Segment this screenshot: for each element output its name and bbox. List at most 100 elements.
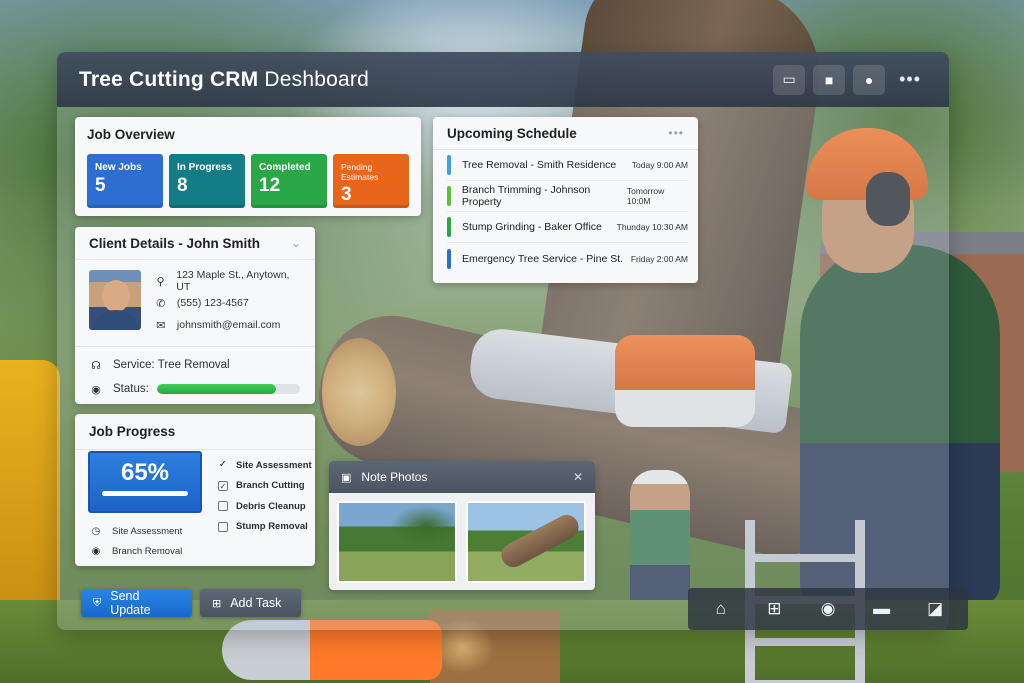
stat-value: 8	[177, 175, 188, 196]
note-photos-title: Note Photos	[361, 470, 428, 484]
close-icon[interactable]: ✕	[573, 470, 583, 484]
checklist-label: Stump Removal	[236, 521, 308, 533]
upcoming-schedule-card: Upcoming Schedule ••• Tree Removal - Smi…	[433, 117, 698, 283]
status-label: Status:	[113, 383, 149, 395]
schedule-color-strip	[447, 186, 451, 206]
job-progress-header: Job Progress	[75, 414, 315, 450]
schedule-item[interactable]: Branch Trimming - Johnson Property Tomor…	[447, 181, 688, 212]
stat-label: Pending Estimates	[341, 162, 379, 182]
mail-icon: ✉	[156, 319, 166, 332]
stat-row: New Jobs 5 In Progress 8 Completed 12 Pe…	[87, 154, 409, 208]
checklist-label: Branch Cutting	[236, 480, 305, 492]
status-progress-fill	[156, 384, 276, 394]
job-progress-title: Job Progress	[89, 424, 176, 439]
checklist-label: Debris Cleanup	[236, 500, 306, 512]
service-label: Service:	[113, 359, 155, 371]
home-icon[interactable]: ⌂	[706, 599, 736, 619]
add-task-icon: ⊞	[212, 597, 222, 610]
note-photo[interactable]	[337, 501, 457, 583]
app-title-light: Deshboard	[258, 67, 369, 91]
checklist-item[interactable]: Debris Cleanup	[218, 496, 312, 517]
step-label: Branch Removal	[112, 545, 183, 557]
stat-completed[interactable]: Completed 12	[251, 154, 327, 208]
user-icon[interactable]: ●	[853, 64, 886, 95]
clock-icon: ◷	[91, 525, 101, 537]
note-photos-panel: ▣ Note Photos ✕	[329, 461, 595, 590]
radio-icon: ◉	[91, 545, 101, 557]
client-title: Client Details - John Smith	[89, 236, 261, 251]
checkmark-icon[interactable]: ✓	[218, 460, 228, 470]
job-overview-title: Job Overview	[87, 127, 175, 142]
schedule-item-name: Tree Removal - Smith Residence	[462, 159, 617, 171]
step-item[interactable]: ◉ Branch Removal	[90, 541, 183, 561]
service-value: Tree Removal	[157, 359, 230, 371]
schedule-item-name: Stump Grinding - Baker Office	[462, 221, 602, 233]
schedule-title: Upcoming Schedule	[447, 126, 577, 141]
add-task-label: Add Task	[230, 596, 282, 610]
schedule-item[interactable]: Tree Removal - Smith Residence Today 9:0…	[447, 150, 688, 181]
schedule-color-strip	[447, 248, 451, 269]
schedule-color-strip	[447, 217, 451, 237]
schedule-header: Upcoming Schedule •••	[433, 117, 698, 150]
title-bar: Tree Cutting CRM Deshboard ▭ ■ ● •••	[57, 52, 949, 107]
disc-icon[interactable]: ◉	[813, 599, 843, 619]
stat-label: Completed	[259, 162, 311, 173]
photo-icon: ▣	[341, 471, 352, 484]
stat-new-jobs[interactable]: New Jobs 5	[87, 154, 163, 208]
job-progress-card: Job Progress 65% ✓ Site Assessment ✓ Bra…	[75, 414, 315, 566]
checklist-label: Site Assessment	[236, 459, 312, 471]
step-list: ◷ Site Assessment ◉ Branch Removal	[90, 521, 183, 561]
checklist: ✓ Site Assessment ✓ Branch Cutting Debri…	[218, 455, 312, 537]
job-overview-card: Job Overview New Jobs 5 In Progress 8 Co…	[75, 117, 421, 216]
title-actions: ▭ ■ ● •••	[773, 64, 927, 95]
schedule-item[interactable]: Emergency Tree Service - Pine St. Friday…	[447, 243, 688, 274]
address-text: 123 Maple St., Anytown, UT	[176, 269, 290, 293]
more-icon[interactable]: •••	[668, 126, 684, 141]
checklist-item[interactable]: ✓ Branch Cutting	[218, 476, 312, 497]
phone-icon: ✆	[156, 297, 166, 310]
divider	[75, 346, 315, 347]
stat-pending-estimates[interactable]: Pending Estimates 3	[333, 154, 409, 208]
schedule-item-name: Branch Trimming - Johnson Property	[461, 184, 591, 208]
checkbox-icon[interactable]	[218, 501, 228, 512]
schedule-color-strip	[447, 155, 451, 175]
step-item[interactable]: ◷ Site Assessment	[90, 521, 183, 541]
checklist-item[interactable]: ✓ Site Assessment	[218, 455, 312, 476]
note-photo[interactable]	[466, 501, 586, 583]
schedule-item-time: Friday 2:00 AM	[630, 253, 688, 264]
send-update-label: Send Update	[110, 589, 151, 617]
tablet-icon[interactable]: ◪	[920, 599, 950, 619]
add-task-button[interactable]: ⊞ Add Task	[200, 589, 301, 617]
video-icon[interactable]: ■	[813, 64, 846, 95]
map-pin-icon: ⚲	[156, 275, 165, 288]
progress-bar	[102, 491, 188, 496]
send-update-button[interactable]: ⛨ Send Update	[81, 589, 192, 617]
checklist-item[interactable]: Stump Removal	[218, 517, 312, 538]
stat-label: In Progress	[177, 162, 233, 173]
monitor-icon[interactable]: ▬	[867, 599, 897, 619]
windows-icon[interactable]: ⊞	[759, 599, 789, 619]
phone-text[interactable]: (555) 123-4567	[177, 297, 249, 309]
schedule-item[interactable]: Stump Grinding - Baker Office Thunday 10…	[447, 212, 688, 243]
headset-icon: ☊	[91, 359, 101, 372]
checkbox-checked-icon[interactable]: ✓	[218, 480, 228, 491]
schedule-item-time: Thunday 10:30 AM	[616, 222, 688, 232]
email-line: ✉ johnsmith@email.com	[153, 314, 301, 336]
email-text[interactable]: johnsmith@email.com	[177, 319, 280, 331]
folder-icon[interactable]: ▭	[773, 64, 806, 95]
more-icon[interactable]: •••	[893, 69, 927, 90]
checkbox-icon[interactable]	[218, 521, 228, 532]
stat-in-progress[interactable]: In Progress 8	[169, 154, 245, 208]
schedule-item-time: Tomorrow 10:0M	[626, 186, 665, 206]
more-icon[interactable]: ⌄	[291, 236, 301, 251]
shield-icon: ⛨	[93, 596, 102, 609]
service-row: ☊ Service: Tree Removal	[75, 353, 315, 377]
contact-list: ⚲ 123 Maple St., Anytown, UT ✆ (555) 123…	[153, 269, 301, 336]
stat-value: 12	[259, 175, 281, 196]
stat-value: 3	[341, 184, 352, 205]
stat-label: New Jobs	[95, 162, 142, 173]
status-icon: ◉	[91, 383, 101, 396]
client-info: ⚲ 123 Maple St., Anytown, UT ✆ (555) 123…	[75, 260, 315, 336]
schedule-item-name: Emergency Tree Service - Pine St.	[462, 252, 624, 265]
avatar	[89, 270, 141, 330]
